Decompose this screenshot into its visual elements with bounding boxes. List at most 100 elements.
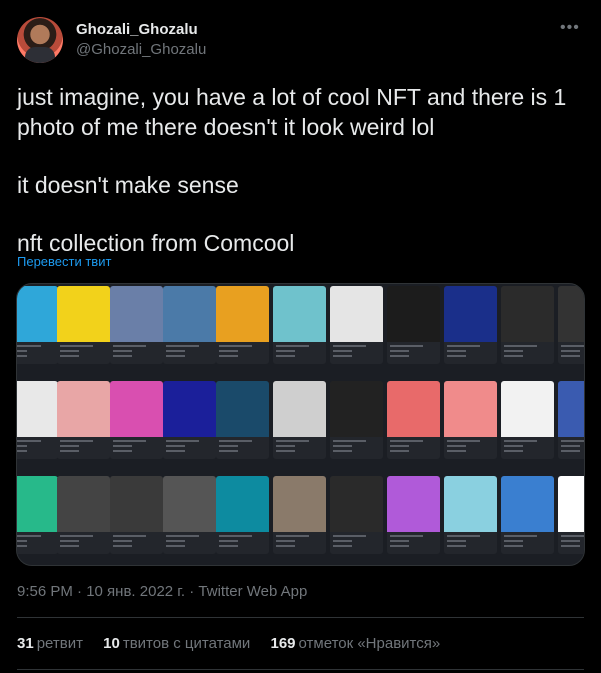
nft-artwork — [444, 381, 497, 437]
nft-artwork — [558, 286, 584, 342]
nft-card — [216, 286, 269, 364]
tweet-timestamp[interactable]: 9:56 PM · 10 янв. 2022 г. · Twitter Web … — [17, 583, 307, 600]
nft-artwork — [57, 381, 110, 437]
likes-label: отметок «Нравится» — [298, 635, 441, 652]
nft-card — [110, 286, 163, 364]
nft-card-details — [273, 437, 326, 459]
tweet-media-image[interactable] — [16, 283, 585, 566]
nft-card-details — [57, 342, 110, 364]
nft-artwork — [110, 381, 163, 437]
quotes-count: 10 — [103, 635, 120, 652]
nft-card — [273, 286, 326, 364]
nft-artwork — [387, 476, 440, 532]
nft-card — [387, 476, 440, 554]
nft-card-details — [163, 342, 216, 364]
nft-artwork — [163, 381, 216, 437]
nft-card-details — [163, 437, 216, 459]
nft-card — [57, 381, 110, 459]
nft-card — [444, 381, 497, 459]
nft-card — [558, 286, 584, 364]
nft-card — [273, 381, 326, 459]
nft-card-details — [444, 342, 497, 364]
nft-card-details — [57, 532, 110, 554]
nft-artwork — [501, 476, 554, 532]
nft-card — [216, 381, 269, 459]
nft-card-details — [501, 437, 554, 459]
likes-stat[interactable]: 169 отметок «Нравится» — [271, 635, 441, 652]
nft-card — [330, 476, 383, 554]
nft-card-details — [17, 342, 58, 364]
nft-card-details — [558, 342, 584, 364]
nft-card-details — [330, 342, 383, 364]
nft-card — [558, 476, 584, 554]
nft-artwork — [501, 286, 554, 342]
nft-card — [330, 286, 383, 364]
nft-artwork — [444, 286, 497, 342]
nft-card — [558, 381, 584, 459]
nft-card-details — [216, 437, 269, 459]
retweets-count: 31 — [17, 635, 34, 652]
nft-artwork — [330, 476, 383, 532]
nft-card-details — [558, 532, 584, 554]
nft-card-details — [110, 437, 163, 459]
nft-card — [444, 476, 497, 554]
nft-card-details — [558, 437, 584, 459]
nft-card-details — [110, 532, 163, 554]
nft-card-details — [387, 342, 440, 364]
nft-artwork — [273, 381, 326, 437]
nft-artwork — [273, 286, 326, 342]
nft-artwork — [17, 286, 58, 342]
nft-card — [110, 381, 163, 459]
retweets-stat[interactable]: 31 ретвит — [17, 635, 83, 652]
tweet-line-2: it doesn't make sense — [17, 172, 239, 198]
nft-artwork — [330, 286, 383, 342]
nft-collection-screenshot — [17, 284, 584, 565]
nft-card — [330, 381, 383, 459]
nft-card — [57, 476, 110, 554]
nft-card — [57, 286, 110, 364]
nft-artwork — [110, 476, 163, 532]
tweet-text: just imagine, you have a lot of cool NFT… — [17, 82, 587, 258]
nft-card — [110, 476, 163, 554]
nft-card-details — [163, 532, 216, 554]
nft-card — [163, 476, 216, 554]
nft-artwork — [273, 476, 326, 532]
nft-card — [163, 381, 216, 459]
nft-card — [444, 286, 497, 364]
nft-card-details — [216, 532, 269, 554]
nft-card-details — [501, 342, 554, 364]
nft-card — [17, 286, 58, 364]
quotes-stat[interactable]: 10 твитов с цитатами — [103, 635, 250, 652]
nft-artwork — [501, 381, 554, 437]
translate-tweet-link[interactable]: Перевести твит — [17, 254, 111, 269]
retweets-label: ретвит — [36, 635, 83, 652]
nft-artwork — [387, 381, 440, 437]
nft-artwork — [387, 286, 440, 342]
more-horizontal-icon[interactable]: ••• — [560, 19, 580, 37]
nft-card — [17, 476, 58, 554]
nft-artwork — [163, 476, 216, 532]
avatar[interactable] — [17, 17, 63, 63]
tweet-line-1: just imagine, you have a lot of cool NFT… — [17, 84, 567, 140]
nft-card-details — [110, 342, 163, 364]
nft-artwork — [558, 381, 584, 437]
nft-card-details — [330, 532, 383, 554]
nft-card — [501, 286, 554, 364]
author-display-name[interactable]: Ghozali_Ghozalu — [76, 21, 198, 38]
nft-artwork — [57, 476, 110, 532]
nft-card — [163, 286, 216, 364]
nft-artwork — [216, 381, 269, 437]
nft-artwork — [330, 381, 383, 437]
avatar-shirt — [25, 47, 55, 63]
nft-card — [387, 381, 440, 459]
nft-card — [17, 381, 58, 459]
nft-artwork — [163, 286, 216, 342]
nft-artwork — [17, 381, 58, 437]
nft-artwork — [110, 286, 163, 342]
author-handle[interactable]: @Ghozali_Ghozalu — [76, 41, 206, 58]
nft-card — [273, 476, 326, 554]
nft-card-details — [387, 437, 440, 459]
nft-card — [387, 286, 440, 364]
nft-card-details — [387, 532, 440, 554]
nft-card-details — [57, 437, 110, 459]
